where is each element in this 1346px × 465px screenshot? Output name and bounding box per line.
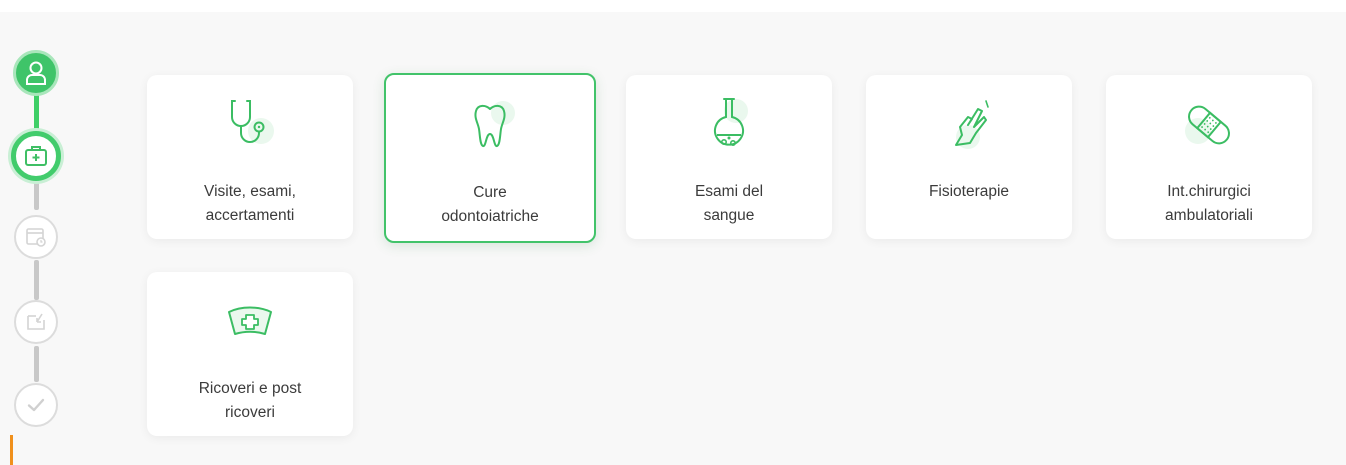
calendar-time-icon (26, 228, 46, 247)
inbox-download-icon (27, 313, 45, 330)
step-personal-data[interactable] (13, 50, 59, 96)
stepper-connector (34, 346, 39, 382)
progress-stepper (0, 0, 80, 465)
top-strip (0, 0, 1346, 12)
category-card-esami-sangue[interactable]: Esami del sangue (626, 75, 832, 239)
category-label: Ricoveri e post ricoveri (198, 380, 302, 421)
accent-bar (10, 435, 13, 465)
stepper-connector (34, 180, 39, 210)
category-card-cure-odontoiatriche[interactable]: Cure odontoiatriche (384, 73, 596, 243)
category-card-int-chirurgici[interactable]: Int.chirurgici ambulatoriali (1106, 75, 1312, 239)
step-documents[interactable] (14, 300, 58, 344)
category-label: Esami del sangue (694, 183, 764, 224)
hand-icon (955, 100, 989, 149)
stethoscope-icon (231, 100, 274, 144)
category-label: Int.chirurgici ambulatoriali (1165, 183, 1253, 224)
category-label: Fisioterapie (928, 183, 1010, 200)
tooth-icon (474, 101, 515, 147)
step-service-type[interactable] (11, 131, 61, 181)
flask-icon (714, 98, 748, 146)
user-icon (26, 61, 46, 85)
step-appointment[interactable] (14, 215, 58, 259)
medical-kit-icon (25, 146, 47, 166)
page: Visite, esami, accertamenti Cure odontoi… (0, 0, 1346, 465)
step-confirm[interactable] (14, 383, 58, 427)
bandage-icon (1185, 105, 1230, 145)
category-card-visite[interactable]: Visite, esami, accertamenti (147, 75, 353, 239)
nurse-cap-icon (228, 306, 272, 335)
category-label: Visite, esami, accertamenti (204, 183, 296, 224)
category-card-fisioterapie[interactable]: Fisioterapie (866, 75, 1072, 239)
stepper-connector (34, 260, 39, 300)
category-label: Cure odontoiatriche (441, 184, 539, 225)
checkmark-icon (27, 398, 45, 412)
category-card-ricoveri[interactable]: Ricoveri e post ricoveri (147, 272, 353, 436)
